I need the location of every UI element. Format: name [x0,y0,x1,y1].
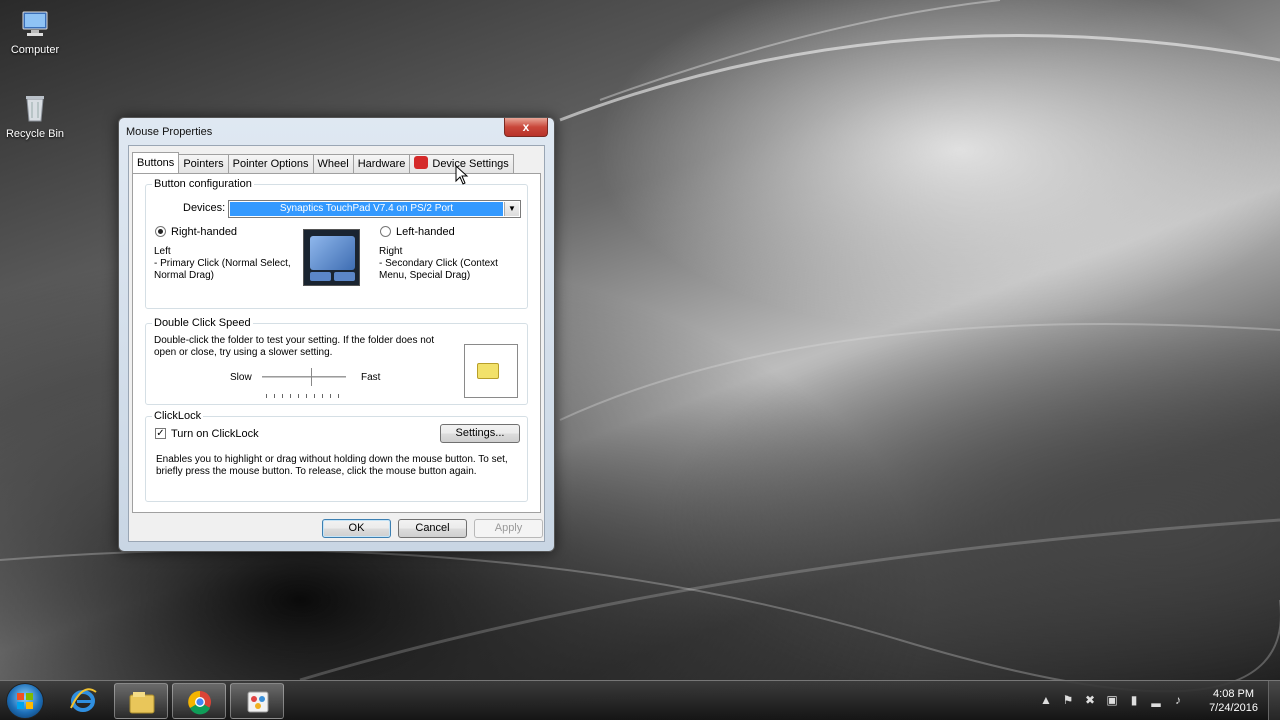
show-hidden-icon[interactable]: ▲ [1039,693,1053,707]
taskbar: ▲ ⚑ ✖ ▣ ▮ ▂ ♪ 4:08 PM 7/24/2016 [0,680,1280,720]
tab-hardware[interactable]: Hardware [352,154,411,173]
close-button[interactable]: x [504,118,548,137]
taskbar-chrome[interactable] [172,683,226,719]
show-desktop-button[interactable] [1268,681,1280,720]
touchpad-surface [310,236,355,270]
right-button-title: Right [379,246,403,257]
ok-button[interactable]: OK [322,519,391,538]
signal-icon[interactable]: ▂ [1149,693,1163,707]
devices-label: Devices: [183,202,226,214]
volume-icon[interactable]: ♪ [1171,693,1185,707]
dialog-title: Mouse Properties [126,126,213,138]
clicklock-group: ClickLock ✓ Turn on ClickLock Settings..… [145,410,528,502]
desktop-icon-label: Recycle Bin [5,128,65,140]
desktop-icon-recycle-bin[interactable]: Recycle Bin [0,92,75,140]
desktop-icon-label: Computer [10,44,60,56]
clock-time: 4:08 PM [1213,688,1255,700]
chrome-icon [188,690,211,715]
touchpad-image [303,229,360,286]
apply-button[interactable]: Apply [474,519,543,538]
folder-icon[interactable] [477,363,499,379]
system-tray: ▲ ⚑ ✖ ▣ ▮ ▂ ♪ [1039,693,1185,707]
mouse-properties-dialog: Mouse Properties x Buttons Pointers Poin… [118,117,555,552]
group-label: Double Click Speed [152,317,253,329]
right-handed-radio[interactable] [155,226,166,237]
right-handed-label[interactable]: Right-handed [171,226,237,238]
windows-logo-icon [17,693,33,709]
usb-icon[interactable]: ▣ [1105,693,1119,707]
button-configuration-group: Button configuration Devices: Synaptics … [145,178,528,309]
clicklock-label[interactable]: Turn on ClickLock [171,428,259,440]
tab-pointers[interactable]: Pointers [178,154,229,173]
buttons-tab-panel: Button configuration Devices: Synaptics … [132,173,541,513]
devices-dropdown[interactable]: Synaptics TouchPad V7.4 on PS/2 Port ▼ [228,200,521,218]
taskbar-paint[interactable] [230,683,284,719]
group-label: ClickLock [152,410,204,422]
network-warning-icon[interactable]: ✖ [1083,693,1097,707]
title-bar[interactable]: Mouse Properties x [119,118,554,145]
double-click-description: Double-click the folder to test your set… [154,335,435,358]
start-button[interactable] [6,683,44,719]
left-button-title: Left [154,246,171,257]
synaptics-icon [414,156,429,169]
computer-icon [22,11,48,36]
taskbar-internet-explorer[interactable] [56,683,110,719]
clock[interactable]: 4:08 PM 7/24/2016 [1209,687,1258,715]
clicklock-checkbox[interactable]: ✓ [155,428,166,439]
slow-label: Slow [230,372,252,383]
tab-label: Device Settings [432,158,509,170]
desktop-icon-computer[interactable]: Computer [0,8,75,56]
paint-icon [247,691,269,713]
group-label: Button configuration [152,178,254,190]
power-icon[interactable]: ▮ [1127,693,1141,707]
touchpad-left-button [310,272,331,281]
file-explorer-icon [129,692,155,714]
left-button-description: - Primary Click (Normal Select, Normal D… [154,258,291,281]
tab-pointer-options[interactable]: Pointer Options [227,154,314,173]
double-click-speed-group: Double Click Speed Double-click the fold… [145,317,528,405]
fast-label: Fast [361,372,381,383]
devices-selected-value: Synaptics TouchPad V7.4 on PS/2 Port [230,202,503,216]
recycle-bin-icon [26,96,44,122]
clock-date: 7/24/2016 [1209,702,1258,714]
dialog-client-area: Buttons Pointers Pointer Options Wheel H… [128,145,545,542]
clicklock-settings-button[interactable]: Settings... [440,424,520,443]
tab-wheel[interactable]: Wheel [312,154,354,173]
action-center-icon[interactable]: ⚑ [1061,693,1075,707]
test-folder-area[interactable] [464,344,518,398]
left-handed-label[interactable]: Left-handed [396,226,455,238]
internet-explorer-icon [70,688,97,712]
tab-buttons[interactable]: Buttons [132,152,180,173]
double-click-speed-slider[interactable] [262,376,346,378]
cancel-button[interactable]: Cancel [398,519,467,538]
chevron-down-icon[interactable]: ▼ [504,202,519,216]
left-handed-radio[interactable] [380,226,391,237]
right-button-description: - Secondary Click (Context Menu, Special… [379,258,498,281]
touchpad-right-button [334,272,355,281]
slider-thumb[interactable] [311,368,315,386]
taskbar-file-explorer[interactable] [114,683,168,719]
slider-ticks [266,394,346,398]
clicklock-description: Enables you to highlight or drag without… [156,454,508,477]
mouse-cursor-icon [455,165,469,185]
close-icon: x [522,120,530,134]
